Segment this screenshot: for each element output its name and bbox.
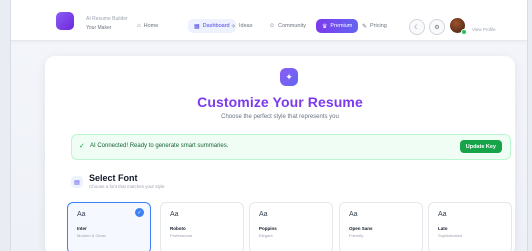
profile-label[interactable]: View Profile [472, 27, 496, 32]
update-key-button[interactable]: Update Key [459, 140, 502, 153]
grid-icon: ▦ [194, 23, 200, 30]
section-title: Select Font [89, 173, 138, 183]
nav-community-label: Community [278, 23, 306, 29]
section-subtitle: Choose a font that matches your style [89, 184, 165, 189]
moon-icon: ☾ [414, 24, 420, 31]
font-description: Elegant [259, 233, 273, 238]
sparkle-icon: ✦ [280, 68, 298, 86]
people-icon: ☺ [269, 23, 276, 29]
font-option-poppins[interactable]: Aa Poppins Elegant [249, 202, 333, 251]
font-description: Friendly [349, 233, 364, 238]
nav-home-label: Home [143, 23, 159, 29]
font-name: Poppins [259, 226, 277, 231]
font-name: Inter [77, 226, 87, 231]
top-navbar: AI Resume Builder Your Maker ⌂ Home ▦ Da… [11, 0, 527, 41]
font-description: Modern & Clean [77, 233, 106, 238]
check-icon: ✓ [79, 143, 85, 150]
app-window: AI Resume Builder Your Maker ⌂ Home ▦ Da… [10, 0, 528, 251]
brand-subtitle: Your Maker [86, 25, 112, 31]
nav-premium-label: Premium [330, 23, 353, 29]
bulb-icon: ✧ [231, 23, 237, 30]
font-sample: Aa [77, 211, 86, 218]
font-option-roboto[interactable]: Aa Roboto Professional [160, 202, 244, 251]
font-option-open-sans[interactable]: Aa Open Sans Friendly [339, 202, 423, 251]
font-name: Roboto [170, 226, 186, 231]
font-name: Open Sans [349, 226, 373, 231]
nav-pricing-label: Pricing [370, 23, 387, 29]
font-name: Lato [438, 226, 448, 231]
nav-pricing[interactable]: ✎ Pricing [356, 19, 393, 33]
font-option-inter[interactable]: Aa ✓ Inter Modern & Clean [67, 202, 151, 251]
font-sample: Aa [438, 211, 447, 218]
page-subtitle: Choose the perfect style that represents… [221, 114, 339, 120]
theme-toggle-button[interactable]: ☾ [409, 19, 425, 35]
font-sample: Aa [259, 211, 268, 218]
settings-button[interactable]: ⚙ [429, 19, 445, 35]
nav-community[interactable]: ☺ Community [263, 19, 312, 33]
page-title: Customize Your Resume [197, 94, 363, 110]
ai-status-text: AI Connected! Ready to generate smart su… [90, 143, 229, 149]
gear-icon: ⚙ [434, 24, 440, 31]
brand-logo[interactable] [56, 12, 74, 30]
nav-ideas[interactable]: ✧ Ideas [225, 19, 259, 33]
tag-icon: ✎ [362, 23, 368, 30]
crown-icon: ♛ [322, 23, 328, 30]
font-sample: Aa [170, 211, 179, 218]
nav-premium[interactable]: ♛ Premium [316, 19, 359, 33]
font-icon: ▤ [71, 176, 83, 188]
nav-home[interactable]: ⌂ Home [131, 19, 164, 33]
home-icon: ⌂ [137, 23, 141, 29]
online-status-dot [461, 29, 467, 35]
font-description: Sophisticated [438, 233, 463, 238]
brand-name: AI Resume Builder [86, 16, 128, 22]
ai-status-banner: ✓ AI Connected! Ready to generate smart … [71, 134, 511, 160]
font-option-lato[interactable]: Aa Lato Sophisticated [428, 202, 512, 251]
font-description: Professional [170, 233, 193, 238]
customize-card: ✦ Customize Your Resume Choose the perfe… [45, 56, 515, 251]
nav-ideas-label: Ideas [239, 23, 253, 29]
check-icon: ✓ [135, 208, 144, 217]
font-sample: Aa [349, 211, 358, 218]
